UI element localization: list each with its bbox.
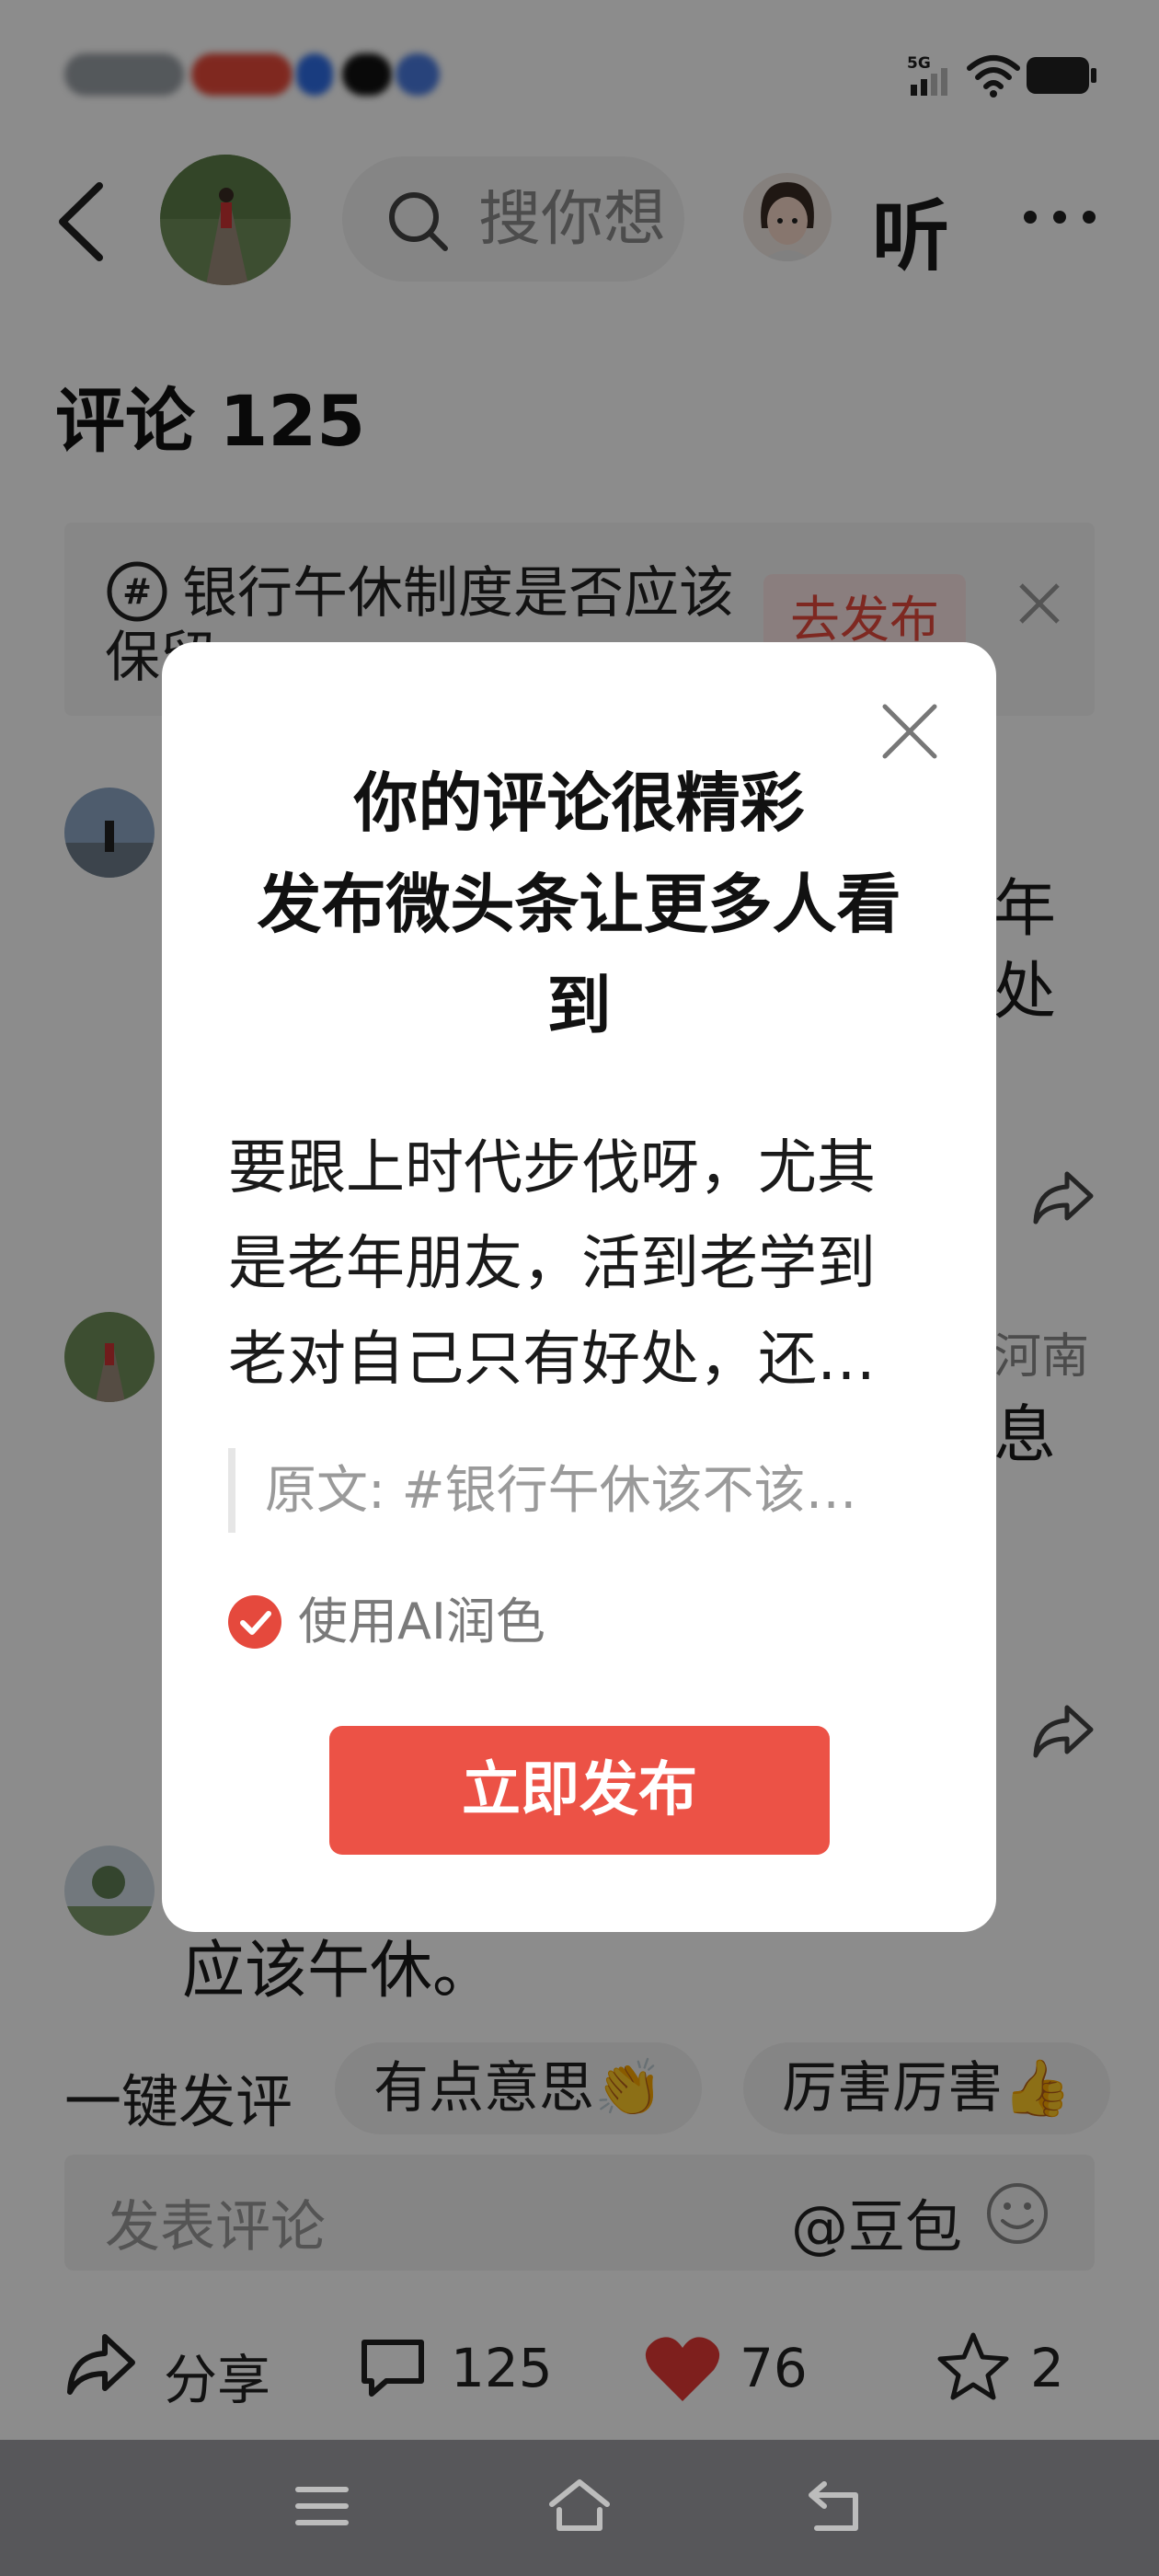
menu-icon[interactable] bbox=[294, 2482, 350, 2530]
ai-polish-option[interactable]: 使用AI润色 bbox=[298, 1590, 545, 1654]
publish-now-button[interactable]: 立即发布 bbox=[329, 1726, 830, 1855]
dialog-title-line1: 你的评论很精彩 bbox=[353, 765, 805, 841]
home-icon[interactable] bbox=[546, 2477, 613, 2534]
system-nav-bar bbox=[0, 2440, 1159, 2576]
original-quote-text: 原文: #银行午休该不该… bbox=[265, 1461, 857, 1521]
dialog-title: 你的评论很精彩 发布微头条让更多人看到 bbox=[217, 753, 941, 1056]
dialog-title-line2: 发布微头条让更多人看到 bbox=[257, 867, 901, 1043]
publish-dialog: 你的评论很精彩 发布微头条让更多人看到 要跟上时代步伐呀，尤其是老年朋友，活到老… bbox=[162, 642, 996, 1932]
back-icon[interactable] bbox=[806, 2478, 865, 2534]
checkmark-icon[interactable] bbox=[228, 1595, 281, 1649]
original-quote: 原文: #银行午休该不该… bbox=[228, 1448, 936, 1533]
dialog-comment-text: 要跟上时代步伐呀，尤其是老年朋友，活到老学到老对自己只有好处，还… bbox=[228, 1134, 876, 1394]
